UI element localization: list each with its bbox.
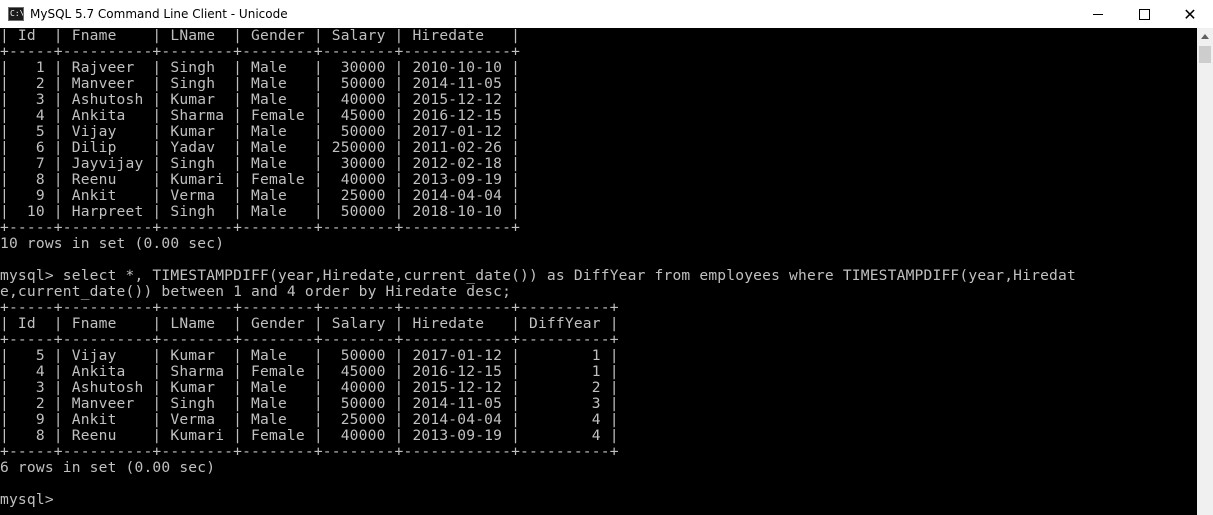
console-line[interactable]: 6 rows in set (0.00 sec)	[0, 459, 215, 476]
scroll-thumb[interactable]	[1199, 46, 1211, 63]
console-line[interactable]: +-----+----------+--------+--------+----…	[0, 43, 520, 60]
console-line[interactable]: mysql>	[0, 491, 54, 508]
console-line[interactable]: | 4 | Ankita | Sharma | Female | 45000 |…	[0, 363, 619, 380]
maximize-button[interactable]	[1121, 0, 1167, 28]
title-bar[interactable]: C:\ MySQL 5.7 Command Line Client - Unic…	[0, 0, 1213, 28]
console-line[interactable]: | 6 | Dilip | Yadav | Male | 250000 | 20…	[0, 139, 520, 156]
console-output[interactable]: | Id | Fname | LName | Gender | Salary |…	[0, 28, 1197, 515]
console-line[interactable]: mysql> select *, TIMESTAMPDIFF(year,Hire…	[0, 267, 1076, 284]
console-line[interactable]: | 9 | Ankit | Verma | Male | 25000 | 201…	[0, 187, 520, 204]
console-line[interactable]: +-----+----------+--------+--------+----…	[0, 299, 619, 316]
close-button[interactable]: ✕	[1167, 0, 1213, 28]
console-line[interactable]: | 2 | Manveer | Singh | Male | 50000 | 2…	[0, 395, 619, 412]
window-title: MySQL 5.7 Command Line Client - Unicode	[30, 7, 288, 21]
mysql-console-window: C:\ MySQL 5.7 Command Line Client - Unic…	[0, 0, 1213, 515]
console-line[interactable]: | 4 | Ankita | Sharma | Female | 45000 |…	[0, 107, 520, 124]
console-line[interactable]: | 7 | Jayvijay | Singh | Male | 30000 | …	[0, 155, 520, 172]
console-line[interactable]: | 3 | Ashutosh | Kumar | Male | 40000 | …	[0, 91, 520, 108]
console-line[interactable]: | Id | Fname | LName | Gender | Salary |…	[0, 315, 619, 332]
console-text[interactable]: | Id | Fname | LName | Gender | Salary |…	[0, 28, 1076, 508]
console-app-icon[interactable]: C:\	[8, 7, 24, 21]
console-line[interactable]: +-----+----------+--------+--------+----…	[0, 331, 619, 348]
console-line[interactable]: 10 rows in set (0.00 sec)	[0, 235, 224, 252]
console-line[interactable]: | 1 | Rajveer | Singh | Male | 30000 | 2…	[0, 59, 520, 76]
window-controls: ✕	[1075, 0, 1213, 28]
console-line[interactable]: | 9 | Ankit | Verma | Male | 25000 | 201…	[0, 411, 619, 428]
console-line[interactable]: +-----+----------+--------+--------+----…	[0, 443, 619, 460]
console-line[interactable]: +-----+----------+--------+--------+----…	[0, 219, 520, 236]
console-line[interactable]: | 8 | Reenu | Kumari | Female | 40000 | …	[0, 171, 520, 188]
console-line[interactable]: | 10 | Harpreet | Singh | Male | 50000 |…	[0, 203, 520, 220]
console-line[interactable]: | 5 | Vijay | Kumar | Male | 50000 | 201…	[0, 347, 619, 364]
console-line[interactable]: | 5 | Vijay | Kumar | Male | 50000 | 201…	[0, 123, 520, 140]
console-line[interactable]: | 8 | Reenu | Kumari | Female | 40000 | …	[0, 427, 619, 444]
scroll-track[interactable]	[1197, 64, 1213, 515]
console-line[interactable]: | 3 | Ashutosh | Kumar | Male | 40000 | …	[0, 379, 619, 396]
console-line[interactable]: e,current_date()) between 1 and 4 order …	[0, 283, 511, 300]
console-line[interactable]: | Id | Fname | LName | Gender | Salary |…	[0, 28, 520, 44]
scroll-up-arrow-icon[interactable]	[1197, 28, 1213, 45]
console-line[interactable]: | 2 | Manveer | Singh | Male | 50000 | 2…	[0, 75, 520, 92]
minimize-button[interactable]	[1075, 0, 1121, 28]
vertical-scrollbar[interactable]	[1197, 28, 1213, 515]
